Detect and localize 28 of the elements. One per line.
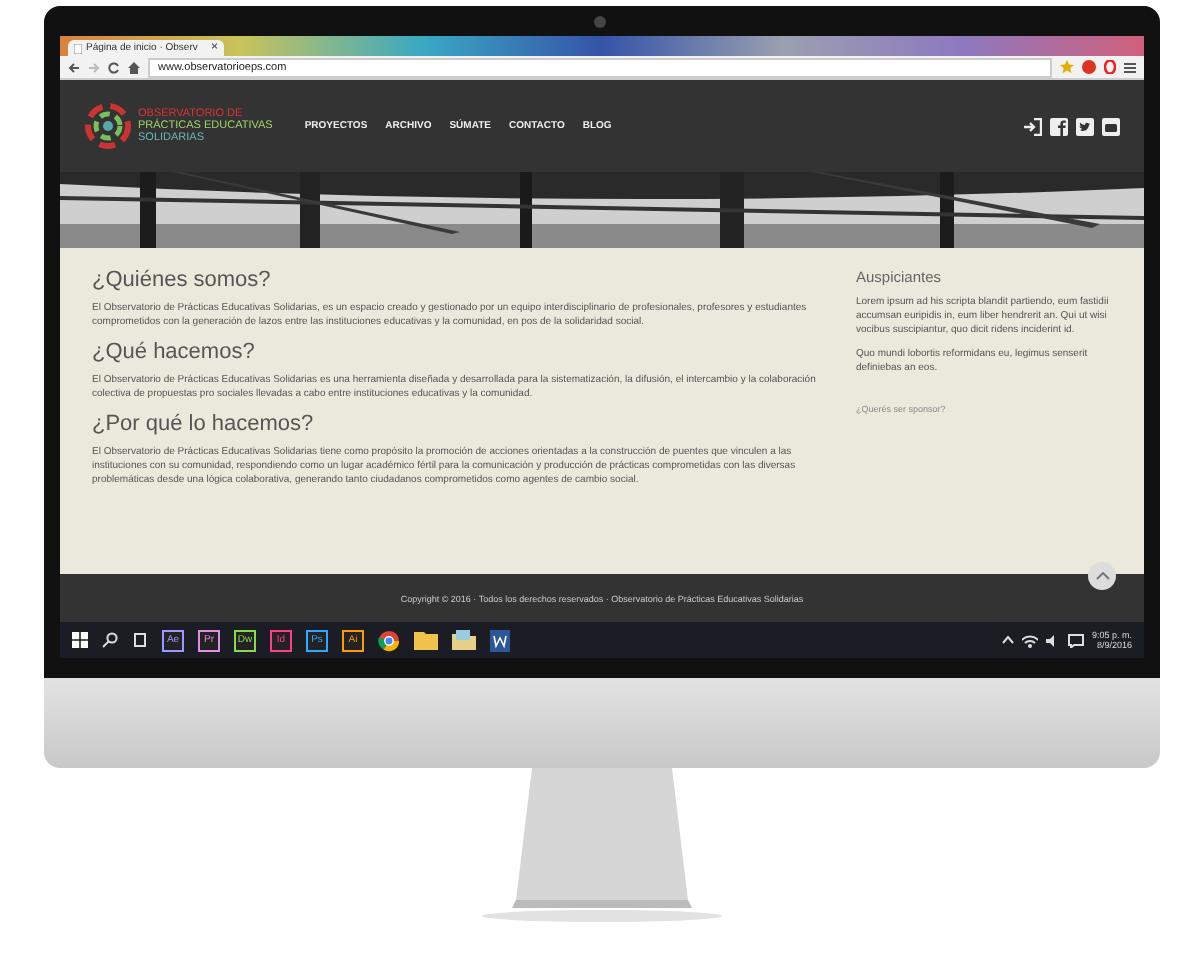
network-icon[interactable] bbox=[1021, 633, 1038, 647]
chevron-up-icon bbox=[1095, 572, 1109, 580]
document-icon[interactable] bbox=[490, 629, 510, 651]
twitter-icon[interactable] bbox=[1076, 117, 1094, 135]
folder-icon[interactable] bbox=[414, 630, 438, 650]
video-icon[interactable] bbox=[1102, 117, 1120, 135]
login-icon[interactable] bbox=[1024, 117, 1042, 135]
menu-icon[interactable] bbox=[1124, 61, 1136, 73]
browser-icon[interactable] bbox=[378, 629, 400, 651]
speaker-icon[interactable] bbox=[1045, 633, 1060, 647]
search-icon[interactable] bbox=[102, 632, 118, 648]
camera-icon bbox=[594, 16, 606, 28]
page-icon bbox=[74, 43, 82, 53]
notification-icon[interactable] bbox=[1067, 633, 1084, 647]
folder-icon[interactable] bbox=[452, 630, 476, 650]
section-heading: ¿Quiénes somos? bbox=[92, 268, 273, 292]
task-view-icon[interactable] bbox=[132, 632, 148, 648]
windows-icon[interactable] bbox=[72, 632, 88, 648]
caret-up-icon[interactable] bbox=[1001, 636, 1014, 644]
logo-icon bbox=[84, 102, 132, 150]
facebook-icon[interactable] bbox=[1050, 117, 1068, 135]
home-icon[interactable] bbox=[128, 61, 140, 73]
scroll-top-button[interactable] bbox=[1088, 562, 1116, 590]
section-heading: ¿Por qué lo hacemos? bbox=[92, 412, 316, 436]
section-heading: ¿Qué hacemos? bbox=[92, 340, 257, 364]
back-icon[interactable] bbox=[68, 61, 80, 73]
star-icon[interactable] bbox=[1060, 60, 1074, 74]
reload-icon[interactable] bbox=[108, 61, 120, 73]
